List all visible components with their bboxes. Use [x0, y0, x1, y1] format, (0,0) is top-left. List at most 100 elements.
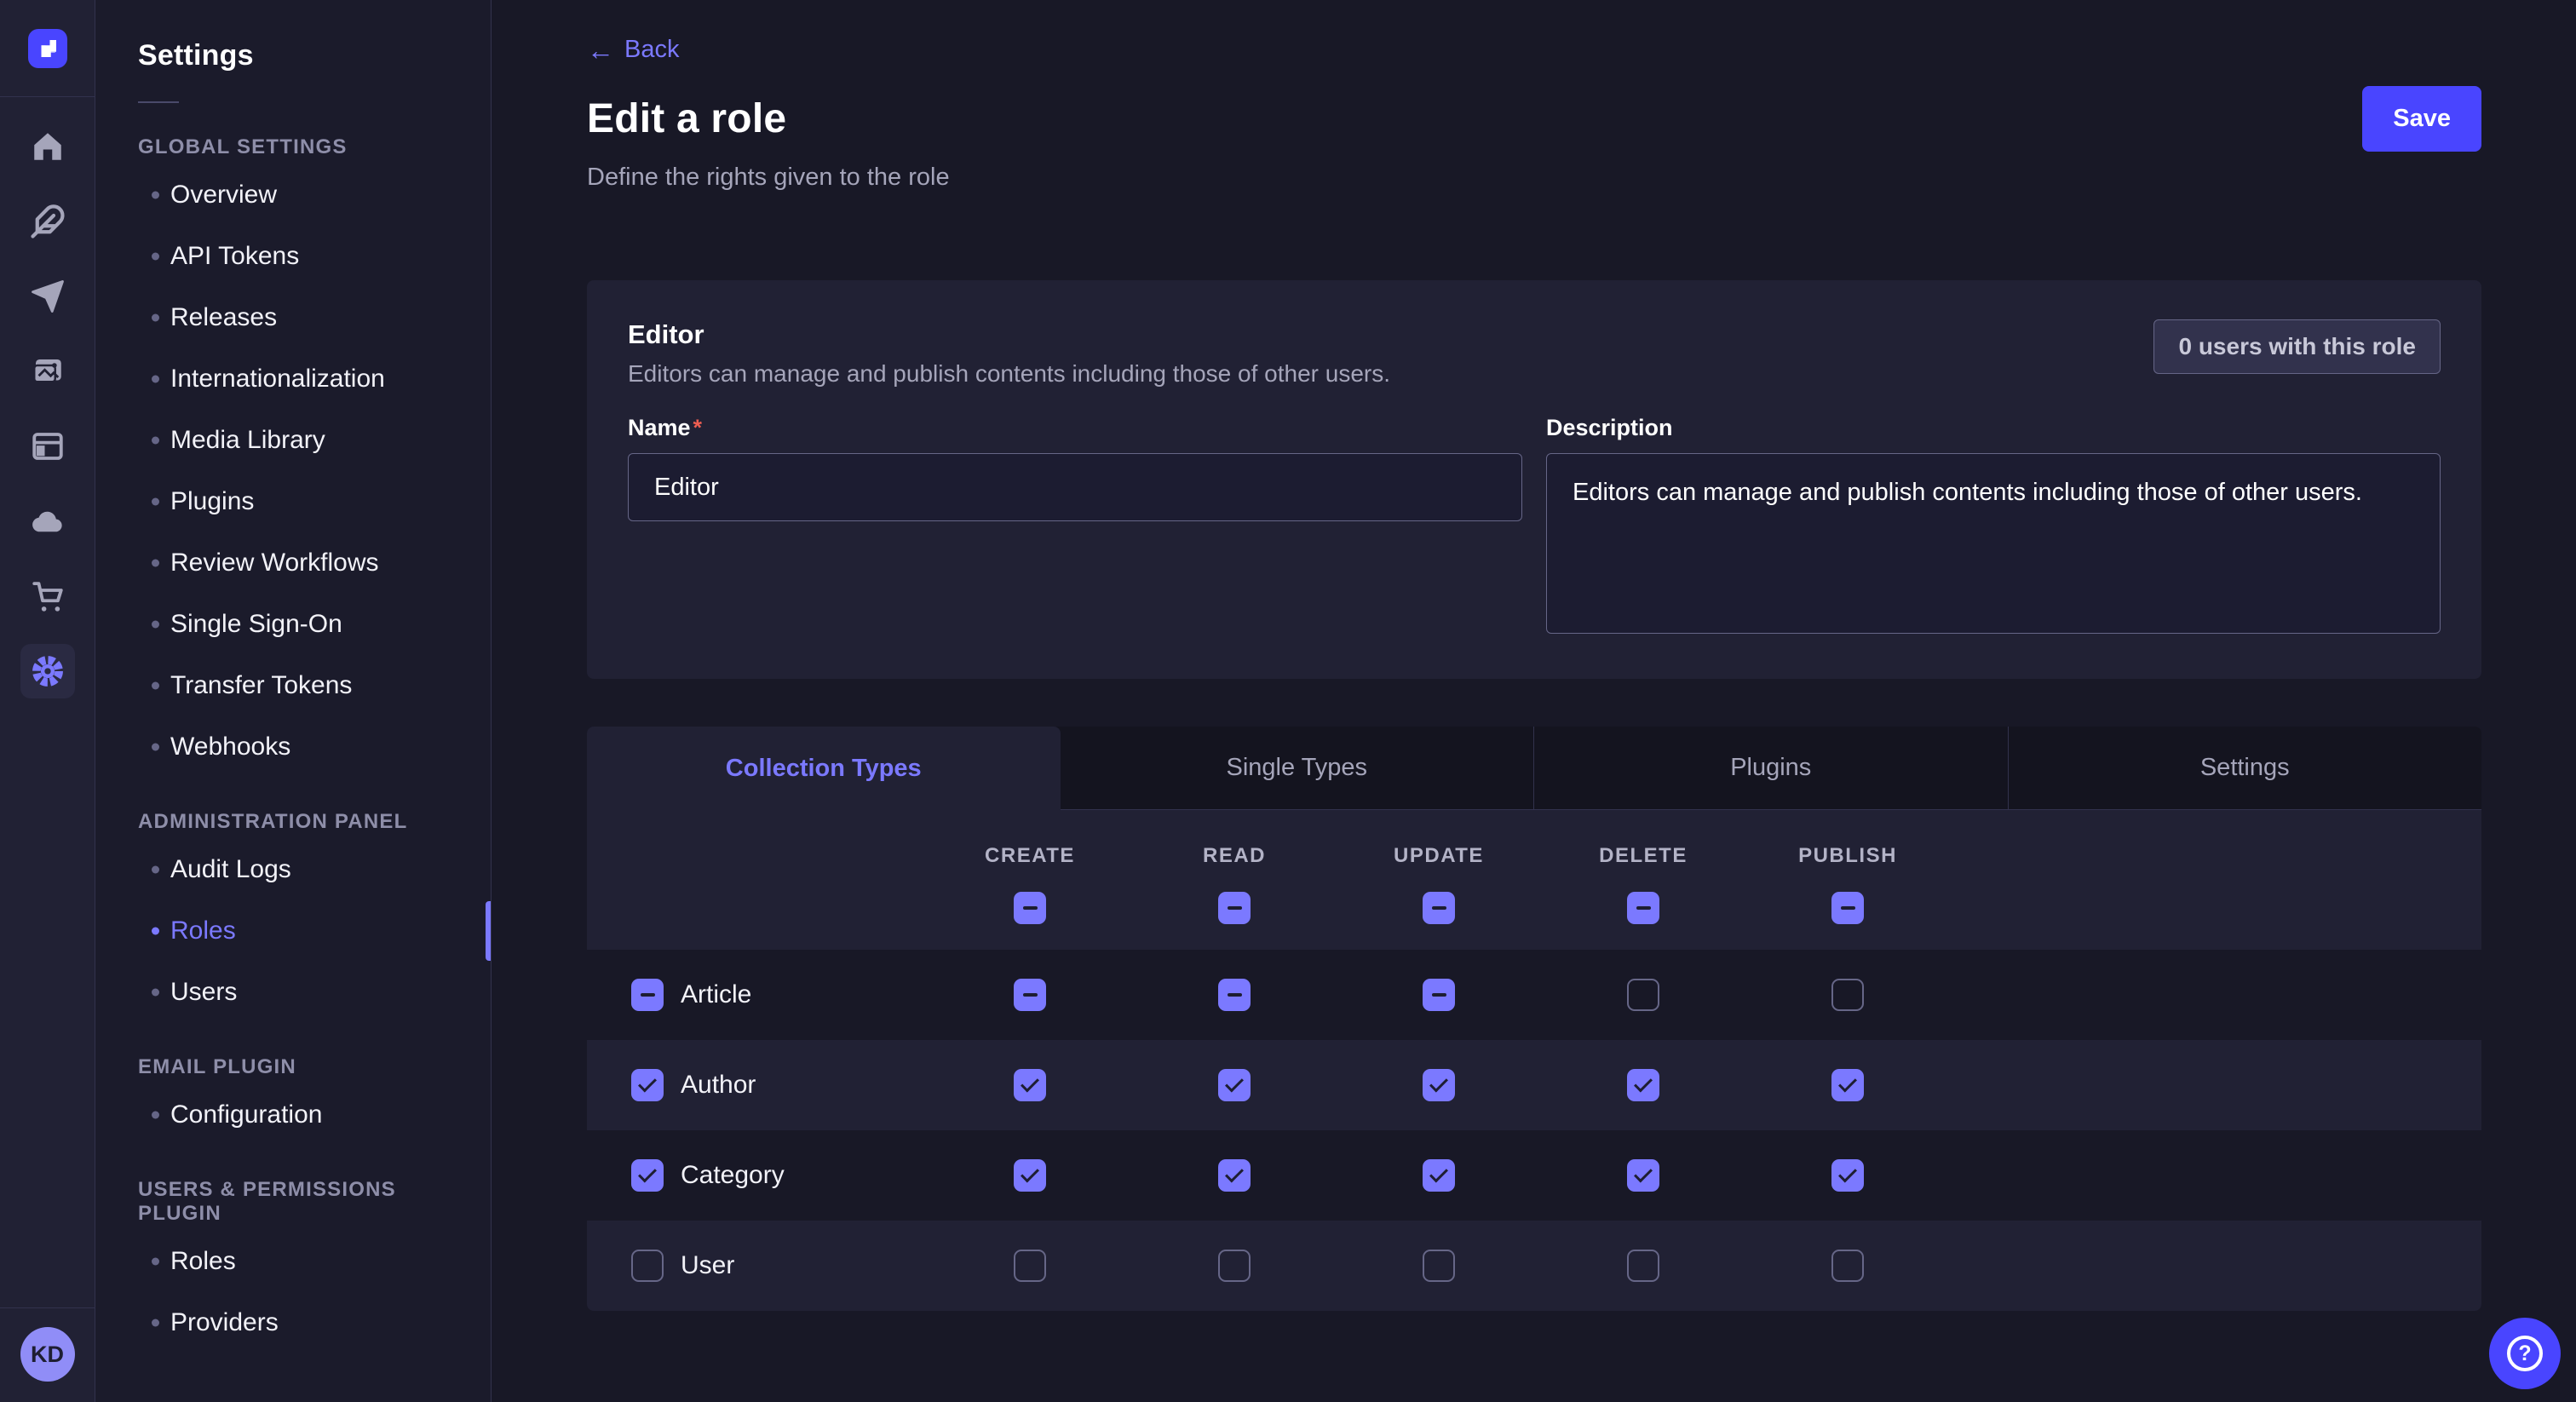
role-heading: Editor [628, 319, 1390, 350]
required-asterisk: * [693, 415, 703, 440]
subnav-item-api-tokens[interactable]: API Tokens [95, 226, 491, 287]
row-label: User [681, 1251, 734, 1280]
row-author-checkbox[interactable] [631, 1069, 664, 1101]
rail-button-marketplace[interactable] [20, 569, 75, 623]
category-delete-checkbox[interactable] [1627, 1159, 1659, 1192]
marketplace-icon [30, 578, 66, 614]
user-read-checkbox[interactable] [1218, 1250, 1251, 1282]
subnav-section-administration-panel: ADMINISTRATION PANEL [138, 810, 448, 834]
select-all-update-checkbox[interactable] [1423, 892, 1455, 924]
subnav-item-label: Overview [170, 181, 277, 210]
name-field-label: Name* [628, 415, 1522, 441]
user-delete-checkbox[interactable] [1627, 1250, 1659, 1282]
subnav-item-roles[interactable]: Roles [95, 1231, 491, 1292]
column-header-create: CREATE [928, 844, 1132, 868]
back-arrow-icon: ← [587, 37, 614, 64]
permissions-tabbar: Collection TypesSingle TypesPluginsSetti… [587, 727, 2481, 810]
subnav-item-label: API Tokens [170, 242, 299, 271]
rail-button-cloud[interactable] [20, 494, 75, 549]
select-all-publish-checkbox[interactable] [1831, 892, 1864, 924]
subnav-item-users[interactable]: Users [95, 962, 491, 1023]
subnav-item-media-library[interactable]: Media Library [95, 410, 491, 471]
tab-collection-types[interactable]: Collection Types [587, 727, 1061, 810]
rail-button-content-manager[interactable] [20, 194, 75, 249]
subnav-item-providers[interactable]: Providers [95, 1292, 491, 1353]
author-delete-checkbox[interactable] [1627, 1069, 1659, 1101]
subnav-item-label: Review Workflows [170, 549, 379, 577]
content-manager-icon [30, 204, 66, 239]
category-read-checkbox[interactable] [1218, 1159, 1251, 1192]
subnav-item-label: Configuration [170, 1100, 322, 1129]
subnav-item-label: Webhooks [170, 733, 290, 761]
column-header-delete: DELETE [1541, 844, 1745, 868]
subnav-item-webhooks[interactable]: Webhooks [95, 716, 491, 778]
rail-button-media-library[interactable] [20, 344, 75, 399]
subnav-section-global-settings: GLOBAL SETTINGS [138, 135, 448, 159]
perm-row-article: Article [587, 950, 2481, 1040]
row-name-cell: User [587, 1250, 928, 1282]
description-textarea[interactable]: Editors can manage and publish contents … [1546, 453, 2441, 634]
subnav-item-configuration[interactable]: Configuration [95, 1084, 491, 1146]
subnav-item-label: Media Library [170, 426, 325, 455]
rail-button-deploy[interactable] [20, 269, 75, 324]
select-all-create-checkbox[interactable] [1014, 892, 1046, 924]
back-label: Back [624, 36, 679, 64]
subnav-item-label: Plugins [170, 487, 254, 516]
row-name-cell: Article [587, 979, 928, 1011]
save-button[interactable]: Save [2362, 86, 2481, 152]
article-create-checkbox[interactable] [1014, 979, 1046, 1011]
subnav-item-label: Roles [170, 1247, 236, 1276]
strapi-logo-icon [35, 36, 60, 61]
subnav-item-label: Audit Logs [170, 855, 291, 884]
description-field-group: Description Editors can manage and publi… [1546, 415, 2441, 638]
author-update-checkbox[interactable] [1423, 1069, 1455, 1101]
user-create-checkbox[interactable] [1014, 1250, 1046, 1282]
subnav-item-audit-logs[interactable]: Audit Logs [95, 839, 491, 900]
article-update-checkbox[interactable] [1423, 979, 1455, 1011]
perm-select-all-row [587, 892, 2481, 924]
article-read-checkbox[interactable] [1218, 979, 1251, 1011]
help-button[interactable]: ? [2489, 1318, 2561, 1389]
article-publish-checkbox[interactable] [1831, 979, 1864, 1011]
perm-row-author: Author [587, 1040, 2481, 1130]
subnav-item-review-workflows[interactable]: Review Workflows [95, 532, 491, 594]
category-update-checkbox[interactable] [1423, 1159, 1455, 1192]
tab-plugins[interactable]: Plugins [1533, 727, 2008, 810]
main-nav-rail: KD [0, 0, 95, 1402]
subnav-item-releases[interactable]: Releases [95, 287, 491, 348]
category-create-checkbox[interactable] [1014, 1159, 1046, 1192]
author-create-checkbox[interactable] [1014, 1069, 1046, 1101]
subnav-item-label: Releases [170, 303, 277, 332]
subnav-item-plugins[interactable]: Plugins [95, 471, 491, 532]
name-input[interactable] [628, 453, 1522, 521]
subnav-item-internationalization[interactable]: Internationalization [95, 348, 491, 410]
row-category-checkbox[interactable] [631, 1159, 664, 1192]
content-type-builder-icon [30, 428, 66, 464]
author-publish-checkbox[interactable] [1831, 1069, 1864, 1101]
row-user-checkbox[interactable] [631, 1250, 664, 1282]
article-delete-checkbox[interactable] [1627, 979, 1659, 1011]
avatar[interactable]: KD [20, 1327, 75, 1382]
rail-button-content-type-builder[interactable] [20, 419, 75, 474]
rail-divider [0, 96, 95, 97]
row-article-checkbox[interactable] [631, 979, 664, 1011]
user-publish-checkbox[interactable] [1831, 1250, 1864, 1282]
back-link[interactable]: ← Back [587, 36, 679, 64]
category-publish-checkbox[interactable] [1831, 1159, 1864, 1192]
subnav-item-label: Transfer Tokens [170, 671, 352, 700]
deploy-icon [30, 279, 66, 314]
subnav-item-single-sign-on[interactable]: Single Sign-On [95, 594, 491, 655]
subnav-item-roles[interactable]: Roles [95, 900, 491, 962]
rail-button-settings[interactable] [20, 644, 75, 698]
select-all-delete-checkbox[interactable] [1627, 892, 1659, 924]
strapi-logo[interactable] [28, 29, 67, 68]
subnav-item-transfer-tokens[interactable]: Transfer Tokens [95, 655, 491, 716]
tab-single-types[interactable]: Single Types [1061, 727, 1534, 810]
settings-subnav: Settings GLOBAL SETTINGSOverviewAPI Toke… [95, 0, 492, 1402]
subnav-item-overview[interactable]: Overview [95, 164, 491, 226]
rail-button-home[interactable] [20, 119, 75, 174]
author-read-checkbox[interactable] [1218, 1069, 1251, 1101]
user-update-checkbox[interactable] [1423, 1250, 1455, 1282]
select-all-read-checkbox[interactable] [1218, 892, 1251, 924]
tab-settings[interactable]: Settings [2008, 727, 2482, 810]
